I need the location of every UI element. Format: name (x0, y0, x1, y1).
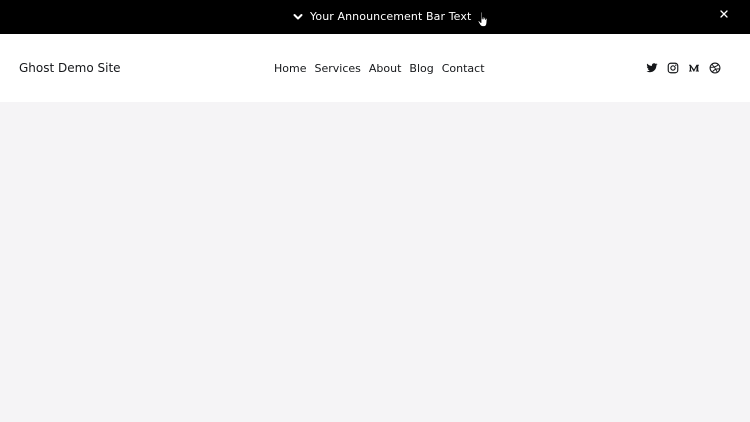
dribbble-icon[interactable] (709, 62, 721, 74)
social-links (646, 62, 721, 74)
site-title[interactable]: Ghost Demo Site (19, 60, 121, 76)
nav-blog[interactable]: Blog (409, 61, 433, 77)
site-header: Ghost Demo Site Home Services About Blog… (0, 34, 750, 102)
medium-icon[interactable] (688, 62, 700, 74)
announcement-text: Your Announcement Bar Text (310, 10, 472, 23)
main-nav: Home Services About Blog Contact (274, 61, 485, 77)
announcement-bar: Your Announcement Bar Text (0, 0, 750, 34)
nav-contact[interactable]: Contact (442, 61, 485, 77)
twitter-icon[interactable] (646, 62, 658, 74)
announcement-toggle[interactable]: Your Announcement Bar Text (293, 9, 471, 25)
main-content (0, 102, 750, 422)
nav-about[interactable]: About (369, 61, 402, 77)
nav-home[interactable]: Home (274, 61, 306, 77)
close-icon[interactable] (718, 8, 730, 20)
hand-cursor-icon (477, 11, 488, 27)
instagram-icon[interactable] (667, 62, 679, 74)
chevron-down-icon (293, 14, 303, 20)
nav-services[interactable]: Services (314, 61, 360, 77)
